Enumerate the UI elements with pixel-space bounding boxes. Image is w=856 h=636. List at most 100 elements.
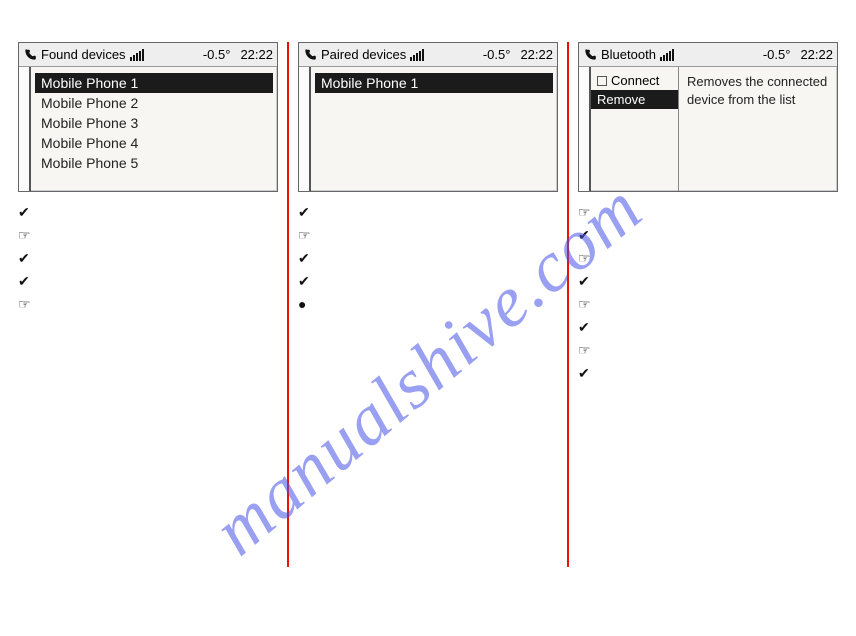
check-icon: ✔: [298, 275, 314, 288]
status-temp: -0.5°: [763, 47, 791, 62]
side-tab: [579, 67, 591, 191]
step-text: [42, 206, 280, 219]
step-text: [42, 275, 280, 288]
screen-found-devices: Found devices -0.5° 22:22 Mobile Phone 1…: [18, 42, 278, 192]
step-item: ✔: [18, 206, 280, 219]
column-divider: [287, 42, 289, 567]
check-icon: ✔: [298, 206, 314, 219]
menu-item-connect[interactable]: Connect: [591, 71, 678, 90]
list-item[interactable]: Mobile Phone 1: [35, 73, 273, 93]
signal-icon: [410, 49, 426, 61]
checkbox-icon: [597, 76, 607, 86]
side-tab: [19, 67, 31, 191]
step-item: ✔: [298, 252, 560, 265]
step-item: ☞: [578, 252, 840, 265]
side-tab: [299, 67, 311, 191]
phone-icon: [23, 48, 37, 62]
status-time: 22:22: [240, 47, 273, 62]
step-text: [322, 206, 560, 219]
list-item[interactable]: Mobile Phone 2: [35, 93, 273, 113]
status-bar: Bluetooth -0.5° 22:22: [579, 43, 837, 67]
step-text: [42, 229, 280, 242]
screen-body: Mobile Phone 1: [299, 67, 557, 191]
dot-icon: ●: [298, 298, 314, 311]
screen-bluetooth: Bluetooth -0.5° 22:22 Connect Remove: [578, 42, 838, 192]
device-list: Mobile Phone 1 Mobile Phone 2 Mobile Pho…: [31, 67, 277, 191]
hand-icon: ☞: [578, 298, 594, 311]
status-time: 22:22: [800, 47, 833, 62]
step-text: [322, 275, 560, 288]
step-item: ☞: [578, 206, 840, 219]
step-text: [602, 298, 840, 311]
step-text: [322, 252, 560, 265]
phone-icon: [583, 48, 597, 62]
check-icon: ✔: [578, 367, 594, 380]
menu-item-remove[interactable]: Remove: [591, 90, 678, 109]
menu-label: Connect: [611, 73, 659, 88]
page: Found devices -0.5° 22:22 Mobile Phone 1…: [0, 0, 856, 636]
check-icon: ✔: [578, 321, 594, 334]
step-text: [42, 298, 280, 311]
list-item[interactable]: Mobile Phone 4: [35, 133, 273, 153]
step-text: [602, 229, 840, 242]
signal-icon: [660, 49, 676, 61]
step-item: ☞: [18, 298, 280, 311]
step-item: ✔: [18, 275, 280, 288]
description-text: Removes the connected device from the li…: [687, 74, 827, 107]
check-icon: ✔: [18, 275, 34, 288]
hand-icon: ☞: [18, 298, 34, 311]
screen-body: Mobile Phone 1 Mobile Phone 2 Mobile Pho…: [19, 67, 277, 191]
step-text: [42, 252, 280, 265]
step-item: ✔: [578, 275, 840, 288]
step-item: ☞: [578, 298, 840, 311]
step-item: ✔: [298, 206, 560, 219]
step-item: ☞: [18, 229, 280, 242]
column-3: Bluetooth -0.5° 22:22 Connect Remove: [578, 42, 840, 390]
list-item[interactable]: Mobile Phone 5: [35, 153, 273, 173]
step-item: ✔: [18, 252, 280, 265]
hand-icon: ☞: [18, 229, 34, 242]
description-pane: Removes the connected device from the li…: [679, 67, 837, 191]
device-list: Mobile Phone 1: [311, 67, 557, 191]
step-text: [602, 321, 840, 334]
hand-icon: ☞: [578, 344, 594, 357]
step-text: [602, 344, 840, 357]
step-list: ✔ ☞ ✔ ✔ ☞: [18, 206, 280, 311]
status-time: 22:22: [520, 47, 553, 62]
step-text: [602, 252, 840, 265]
screen-paired-devices: Paired devices -0.5° 22:22 Mobile Phone …: [298, 42, 558, 192]
phone-icon: [303, 48, 317, 62]
status-bar: Paired devices -0.5° 22:22: [299, 43, 557, 67]
screen-title: Found devices: [41, 47, 126, 62]
column-1: Found devices -0.5° 22:22 Mobile Phone 1…: [18, 42, 280, 321]
step-list: ✔ ☞ ✔ ✔ ●: [298, 206, 560, 311]
step-text: [602, 206, 840, 219]
check-icon: ✔: [578, 275, 594, 288]
step-item: ●: [298, 298, 560, 311]
status-temp: -0.5°: [203, 47, 231, 62]
status-bar: Found devices -0.5° 22:22: [19, 43, 277, 67]
check-icon: ✔: [578, 229, 594, 242]
hand-icon: ☞: [578, 206, 594, 219]
check-icon: ✔: [18, 206, 34, 219]
step-text: [322, 229, 560, 242]
hand-icon: ☞: [298, 229, 314, 242]
step-item: ☞: [298, 229, 560, 242]
list-item[interactable]: Mobile Phone 3: [35, 113, 273, 133]
column-2: Paired devices -0.5° 22:22 Mobile Phone …: [298, 42, 560, 321]
column-divider: [567, 42, 569, 567]
list-item[interactable]: Mobile Phone 1: [315, 73, 553, 93]
step-text: [322, 298, 560, 311]
hand-icon: ☞: [578, 252, 594, 265]
screen-title: Paired devices: [321, 47, 406, 62]
screen-body: Connect Remove Removes the connected dev…: [579, 67, 837, 191]
signal-icon: [130, 49, 146, 61]
check-icon: ✔: [298, 252, 314, 265]
menu-label: Remove: [597, 92, 645, 107]
step-item: ☞: [578, 344, 840, 357]
step-item: ✔: [578, 321, 840, 334]
step-item: ✔: [578, 229, 840, 242]
menu-pane: Connect Remove: [591, 67, 679, 191]
step-text: [602, 367, 840, 380]
step-text: [602, 275, 840, 288]
